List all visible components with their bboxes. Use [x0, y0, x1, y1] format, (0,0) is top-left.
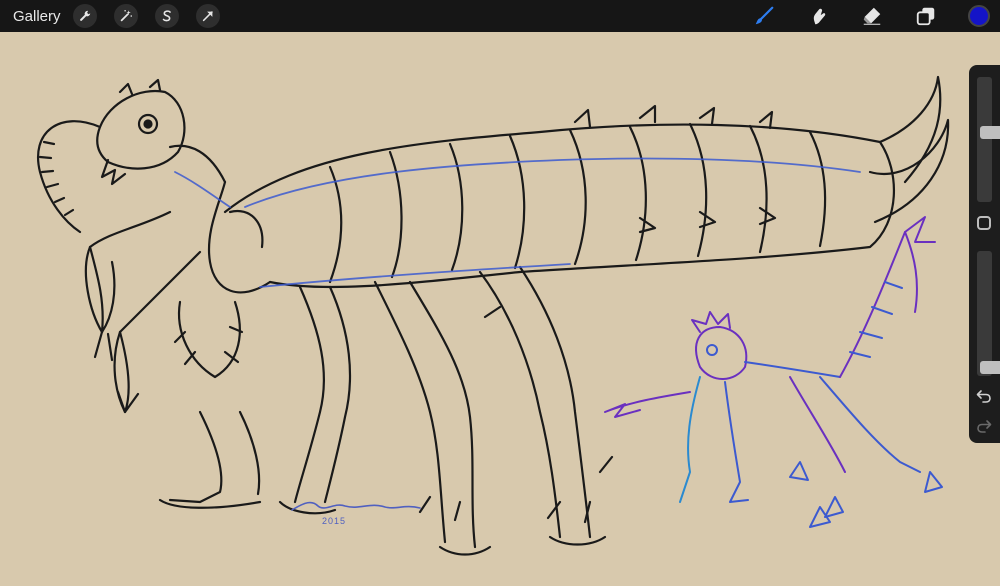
gallery-button[interactable]: Gallery	[13, 8, 61, 25]
brush-size-slider[interactable]	[977, 77, 1000, 202]
layers-icon	[916, 7, 935, 26]
opacity-slider[interactable]	[977, 251, 1000, 376]
magic-wand-icon	[120, 9, 132, 22]
eraser-icon	[863, 7, 881, 25]
layers-button[interactable]	[914, 4, 938, 28]
smudge-icon	[813, 8, 826, 25]
top-toolbar: Gallery	[0, 0, 1000, 32]
transform-button[interactable]	[195, 4, 220, 28]
opacity-thumb[interactable]	[980, 360, 1000, 374]
actions-button[interactable]	[72, 4, 97, 28]
selection-button[interactable]	[154, 4, 179, 28]
artist-signature	[291, 501, 421, 511]
insect-creature-sketch	[37, 75, 950, 556]
drawing-canvas[interactable]: 2015	[0, 32, 1000, 586]
brush-size-thumb[interactable]	[980, 126, 1000, 140]
adjustments-button[interactable]	[113, 4, 138, 28]
left-tool-group	[72, 4, 220, 28]
brush-tool-button[interactable]	[752, 4, 776, 28]
modify-button[interactable]	[977, 216, 991, 230]
eraser-tool-button[interactable]	[860, 4, 884, 28]
artwork: 2015	[37, 75, 950, 556]
undo-icon[interactable]	[975, 387, 993, 405]
smudge-tool-button[interactable]	[806, 4, 830, 28]
right-tool-group	[752, 0, 990, 32]
arrow-cursor-icon	[202, 11, 213, 22]
signature-year: 2015	[322, 516, 346, 526]
blue-guide-lines	[174, 157, 861, 288]
wrench-icon	[79, 10, 90, 21]
color-picker-button[interactable]	[968, 5, 990, 27]
redo-icon[interactable]	[975, 417, 993, 435]
brush-icon	[755, 6, 774, 25]
side-control-bar	[969, 65, 1000, 443]
selection-s-icon	[162, 10, 171, 22]
